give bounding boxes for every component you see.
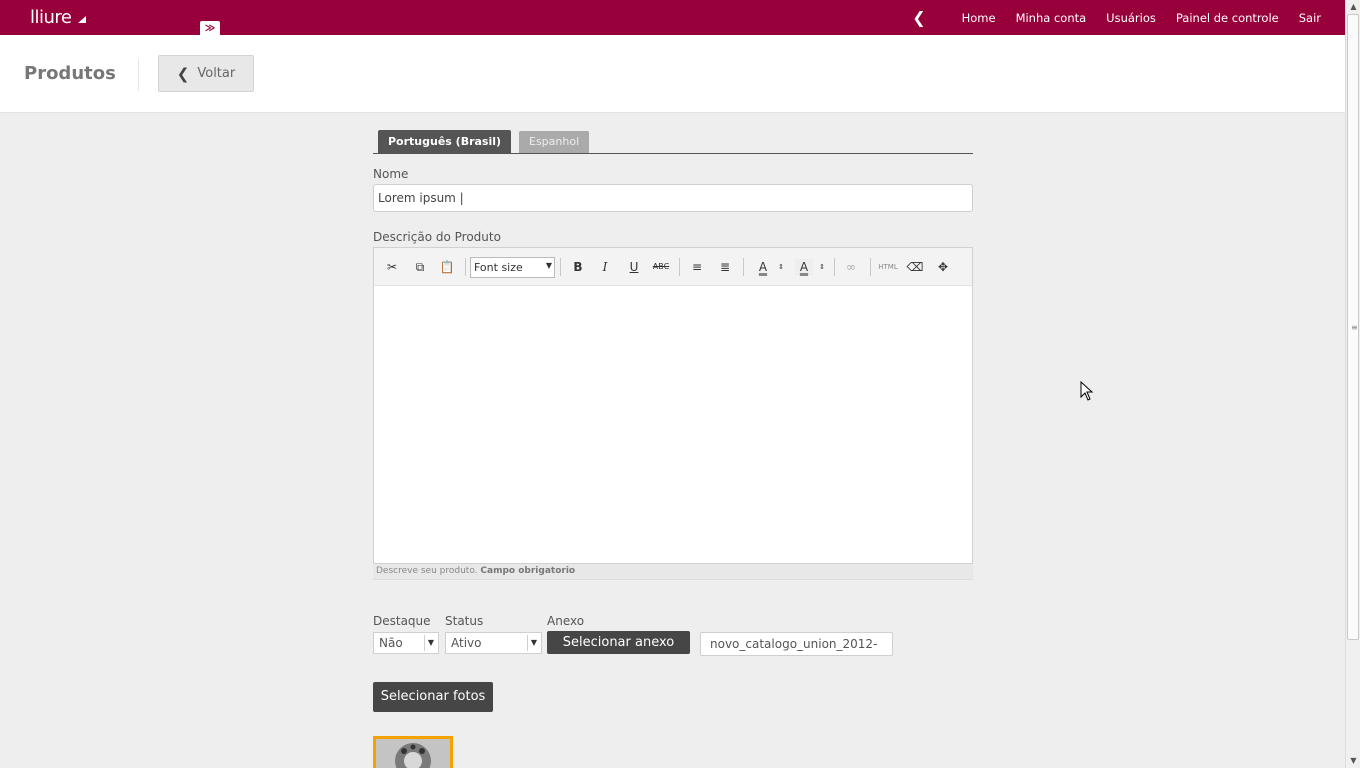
status-label: Status <box>445 614 484 628</box>
nav-home[interactable]: Home <box>962 11 996 25</box>
html-icon[interactable]: HTML <box>877 259 899 275</box>
background-color-arrow-icon[interactable]: ⇕ <box>813 259 831 275</box>
chevron-down-icon: ▼ <box>424 635 437 651</box>
status-value: Ativo <box>451 636 482 650</box>
editor-content-area[interactable] <box>374 286 972 563</box>
toolbar-divider <box>560 258 561 276</box>
chevron-left-icon: ❮ <box>176 64 190 83</box>
paste-icon[interactable]: 📋 <box>438 259 456 275</box>
editor-hint-required: Campo obrigatorio <box>480 566 576 576</box>
chevron-down-icon: ▼ <box>527 635 540 651</box>
editor-hint-text: Descreve seu produto. <box>376 566 478 576</box>
nav-minha-conta[interactable]: Minha conta <box>1016 11 1087 25</box>
anexo-label: Anexo <box>547 614 585 628</box>
nome-label: Nome <box>373 167 409 181</box>
link-icon[interactable]: ∞ <box>842 259 860 275</box>
nav-usuarios[interactable]: Usuários <box>1106 11 1156 25</box>
select-attachment-button[interactable]: Selecionar anexo <box>547 631 690 654</box>
font-size-select[interactable]: Font size ▼ <box>470 257 555 278</box>
toolbar-divider <box>834 258 835 276</box>
language-tabs: Português (Brasil) Espanhol <box>373 130 973 154</box>
copy-icon[interactable]: ⧉ <box>411 259 429 275</box>
destaque-label: Destaque <box>373 614 431 628</box>
attachment-filename: novo_catalogo_union_2012- <box>700 632 893 656</box>
background-color-icon[interactable]: A <box>795 259 813 275</box>
underline-icon[interactable]: U <box>625 259 643 275</box>
page-scrollbar[interactable]: ▲ ≡ ▼ <box>1345 0 1360 768</box>
fullscreen-icon[interactable]: ✥ <box>934 259 952 275</box>
back-button-label: Voltar <box>197 66 236 81</box>
toolbar-divider <box>679 258 680 276</box>
scroll-thumb[interactable]: ≡ <box>1347 14 1359 640</box>
toolbar-divider <box>743 258 744 276</box>
nav-painel-de-controle[interactable]: Painel de controle <box>1176 11 1279 25</box>
descricao-label: Descrição do Produto <box>373 230 501 244</box>
scroll-up-icon[interactable]: ▲ <box>1346 0 1360 14</box>
editor-hint: Descreve seu produto. Campo obrigatorio <box>373 564 973 580</box>
text-color-icon[interactable]: A <box>754 259 772 275</box>
nav-back-icon[interactable]: ❮ <box>912 8 925 27</box>
nome-input[interactable]: Lorem ipsum | <box>373 184 973 212</box>
mouse-cursor-icon <box>1080 381 1094 401</box>
app-logo[interactable]: lliure <box>30 7 72 28</box>
bullet-list-icon[interactable]: ≡ <box>688 259 706 275</box>
select-photos-button[interactable]: Selecionar fotos <box>373 682 493 712</box>
bold-icon[interactable]: B <box>569 259 587 275</box>
page-header: Produtos ❮ Voltar <box>0 35 1345 113</box>
tab-portugues[interactable]: Português (Brasil) <box>378 130 512 153</box>
status-select[interactable]: Ativo ▼ <box>445 632 542 654</box>
italic-icon[interactable]: I <box>596 259 614 275</box>
tab-espanhol[interactable]: Espanhol <box>519 131 590 153</box>
rich-text-editor: ✂ ⧉ 📋 Font size ▼ B I U ABC ≡ ≣ A ⇕ A ⇕ … <box>373 247 973 564</box>
product-photo-thumbnail[interactable] <box>373 736 453 768</box>
back-button[interactable]: ❮ Voltar <box>158 55 254 92</box>
cut-icon[interactable]: ✂ <box>383 259 401 275</box>
top-navbar: lliure ≫ ❮ Home Minha conta Usuários Pai… <box>0 0 1345 37</box>
editor-toolbar: ✂ ⧉ 📋 Font size ▼ B I U ABC ≡ ≣ A ⇕ A ⇕ … <box>374 248 972 286</box>
toolbar-divider <box>465 258 466 276</box>
toolbar-divider <box>870 258 871 276</box>
main-nav: ❮ Home Minha conta Usuários Painel de co… <box>912 0 1321 35</box>
photo-image <box>376 739 450 768</box>
header-divider <box>138 59 139 91</box>
eraser-icon[interactable]: ⌫ <box>906 259 924 275</box>
scroll-down-icon[interactable]: ▼ <box>1346 754 1360 768</box>
font-size-label: Font size <box>474 261 523 274</box>
logo-mark-icon <box>78 16 86 23</box>
numbered-list-icon[interactable]: ≣ <box>716 259 734 275</box>
chevron-down-icon: ▼ <box>545 261 552 270</box>
text-color-arrow-icon[interactable]: ⇕ <box>772 259 790 275</box>
strikethrough-icon[interactable]: ABC <box>652 259 670 275</box>
scroll-grip-icon: ≡ <box>1351 323 1358 332</box>
destaque-value: Não <box>379 636 403 650</box>
page-title: Produtos <box>24 63 116 84</box>
destaque-select[interactable]: Não ▼ <box>373 632 439 654</box>
nav-sair[interactable]: Sair <box>1299 11 1321 25</box>
